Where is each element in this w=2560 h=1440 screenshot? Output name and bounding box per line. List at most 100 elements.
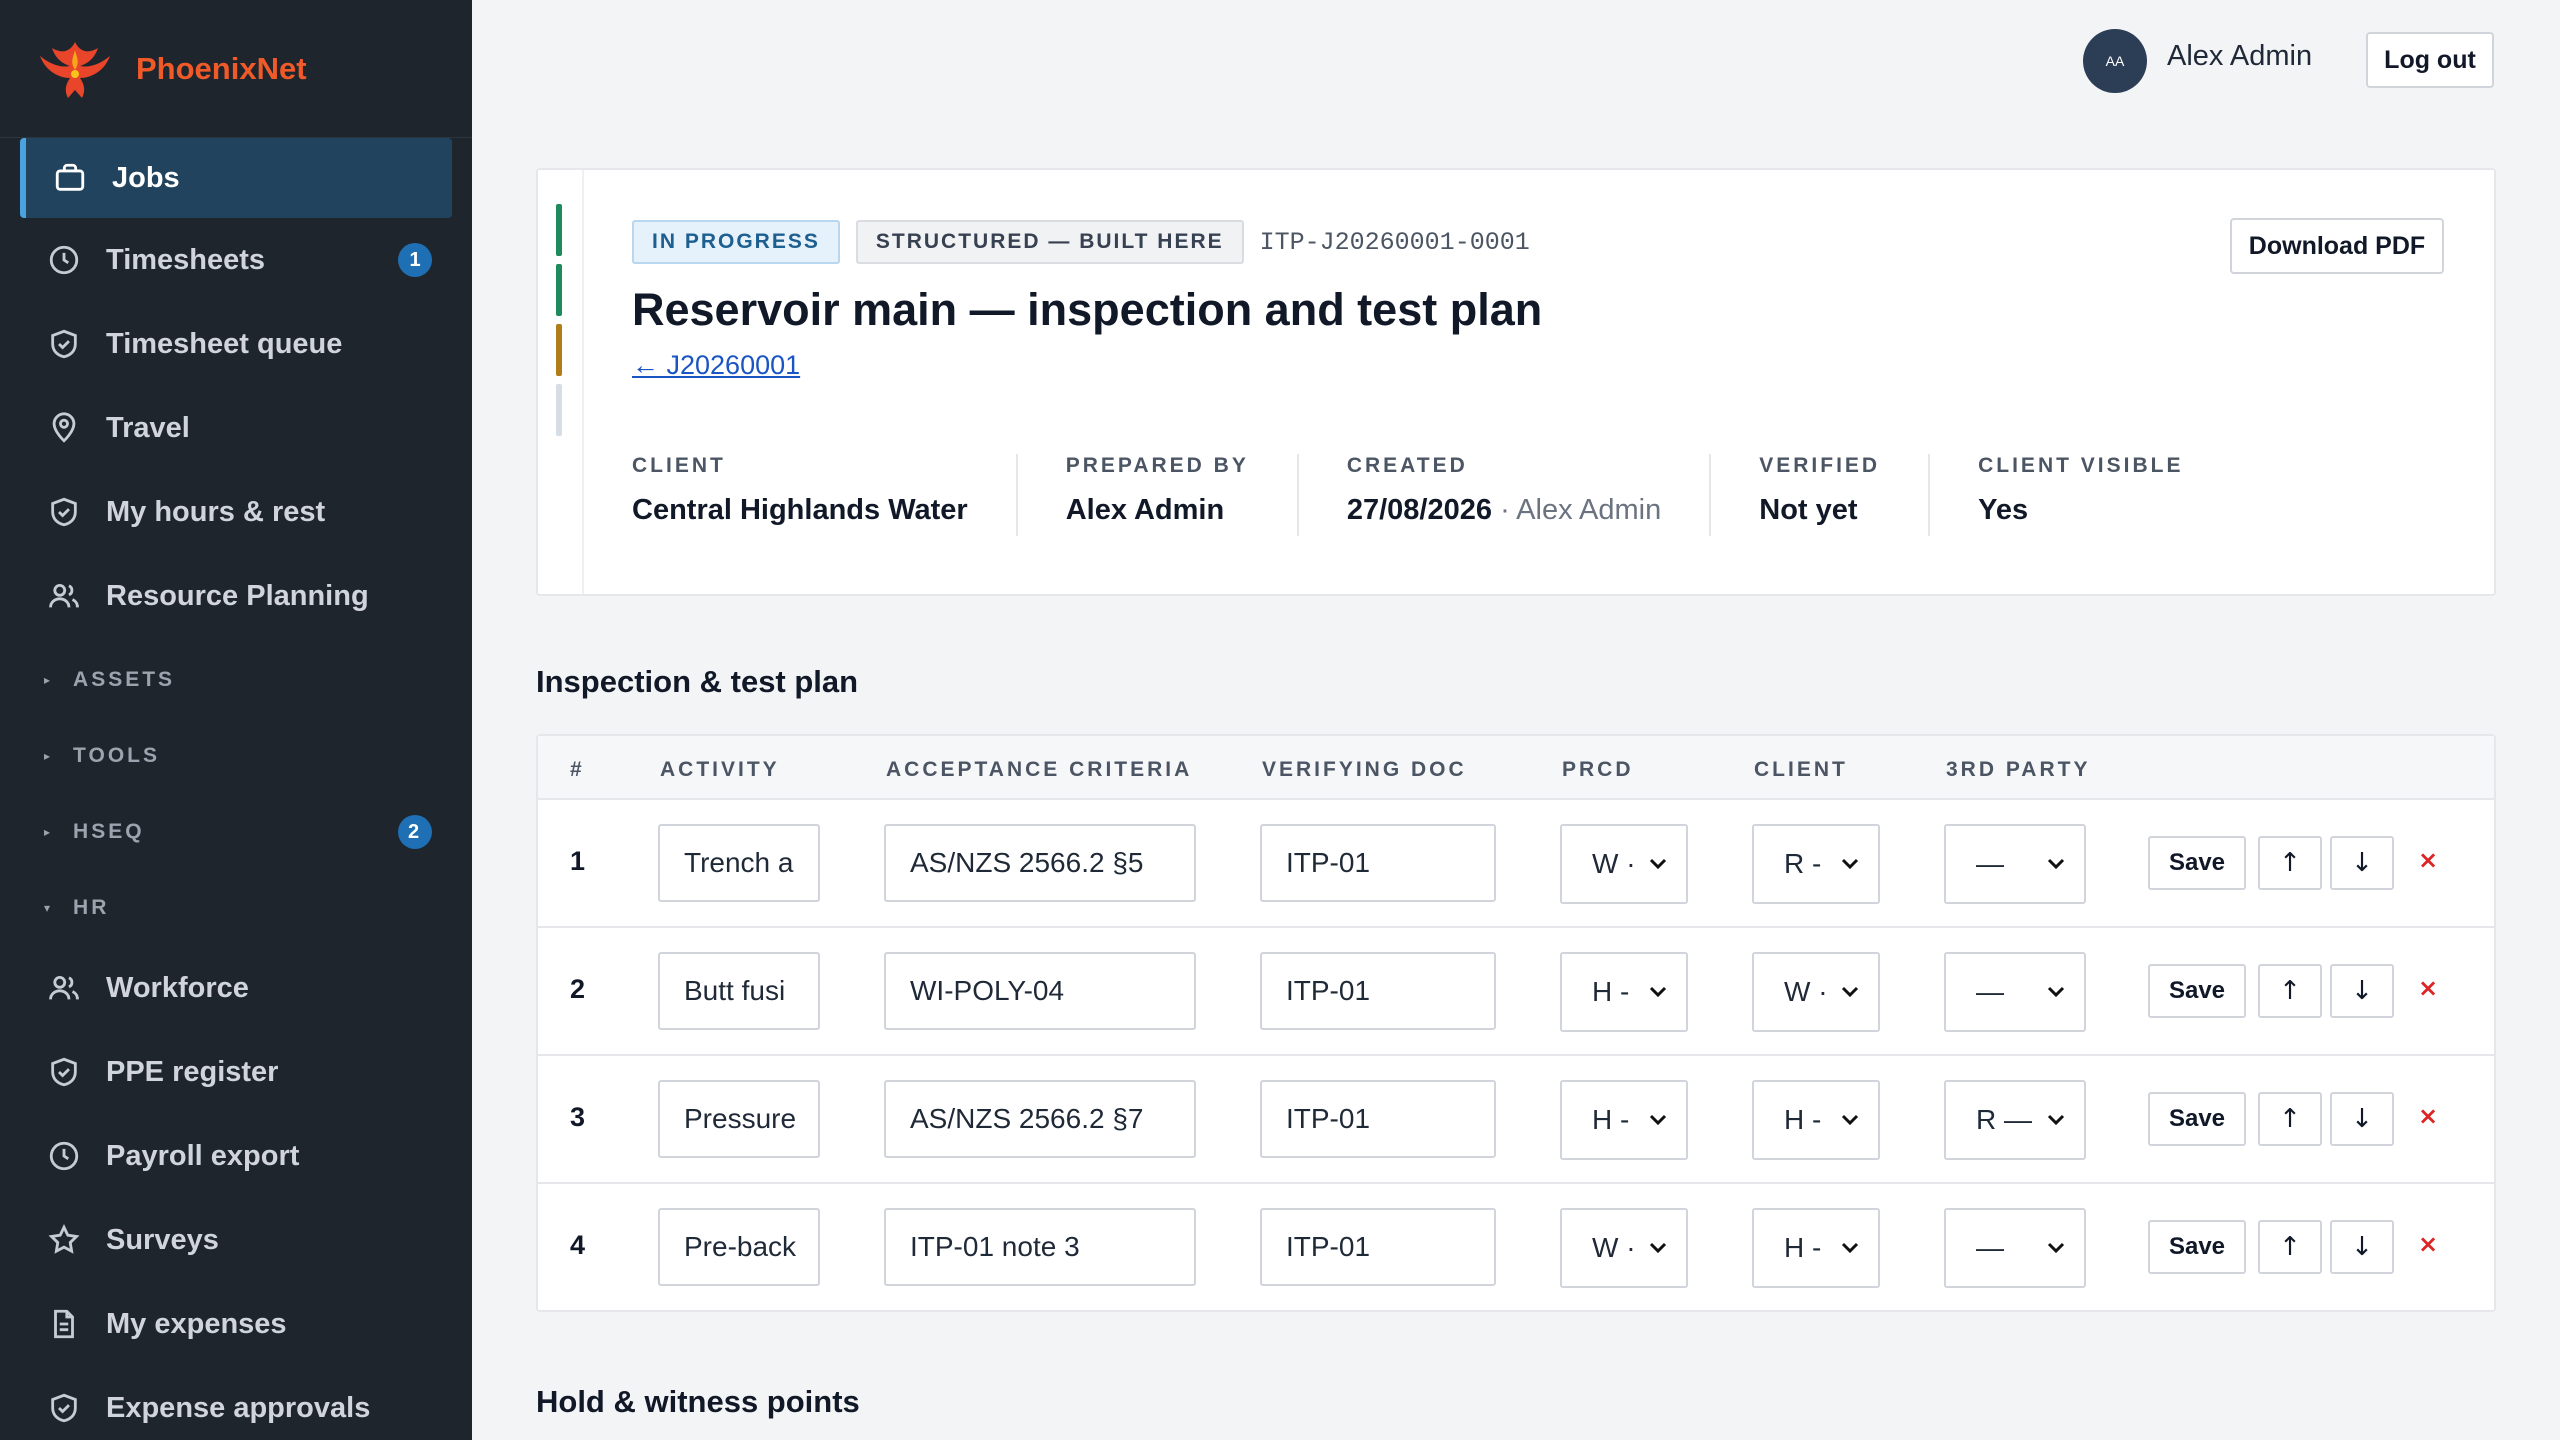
section-hseq[interactable]: ▸ HSEQ 2	[0, 794, 472, 870]
select-value: H -	[1592, 1104, 1630, 1135]
section-label: HSEQ	[73, 820, 145, 843]
move-up-button[interactable]: ↑	[2258, 964, 2322, 1018]
verifying-doc-input[interactable]: ITP-01	[1260, 952, 1496, 1030]
column-header-client: CLIENT	[1754, 758, 1848, 781]
activity-input[interactable]: Trench a	[658, 824, 820, 902]
stripe-segment	[556, 324, 562, 376]
meta-fields: CLIENT Central Highlands Water PREPARED …	[632, 454, 2279, 536]
download-pdf-button[interactable]: Download PDF	[2230, 218, 2444, 274]
prcd-select[interactable]: H -	[1560, 952, 1688, 1032]
sidebar-item-resource-planning[interactable]: Resource Planning	[0, 554, 472, 638]
meta-label: CLIENT VISIBLE	[1978, 454, 2184, 477]
client-select[interactable]: R -	[1752, 824, 1880, 904]
stripe-segment	[556, 264, 562, 316]
map-pin-icon	[46, 410, 82, 446]
client-select[interactable]: H -	[1752, 1208, 1880, 1288]
sidebar-item-my-hours[interactable]: My hours & rest	[0, 470, 472, 554]
caret-down-icon: ▾	[44, 901, 54, 915]
sidebar-item-travel[interactable]: Travel	[0, 386, 472, 470]
activity-input[interactable]: Butt fusi	[658, 952, 820, 1030]
chevron-down-icon	[2047, 986, 2065, 998]
save-row-button[interactable]: Save	[2148, 836, 2246, 890]
sidebar-item-timesheet-queue[interactable]: Timesheet queue	[0, 302, 472, 386]
delete-row-button[interactable]: ×	[2418, 1102, 2438, 1130]
document-id: ITP-J20260001-0001	[1259, 227, 1530, 257]
activity-input[interactable]: Pre-back	[658, 1208, 820, 1286]
prcd-select[interactable]: W ·	[1560, 1208, 1688, 1288]
back-to-job-link[interactable]: ← J20260001	[632, 350, 800, 381]
move-down-button[interactable]: ↓	[2330, 836, 2394, 890]
column-header-num: #	[570, 758, 585, 781]
client-select[interactable]: W ·	[1752, 952, 1880, 1032]
criteria-input[interactable]: ITP-01 note 3	[884, 1208, 1196, 1286]
verifying-doc-input[interactable]: ITP-01	[1260, 1080, 1496, 1158]
criteria-input[interactable]: AS/NZS 2566.2 §5	[884, 824, 1196, 902]
select-value: H -	[1784, 1104, 1822, 1135]
sidebar-item-label: Timesheets	[106, 243, 266, 276]
brand[interactable]: PhoenixNet	[0, 0, 472, 138]
progress-stripe	[556, 204, 562, 444]
save-row-button[interactable]: Save	[2148, 1092, 2246, 1146]
move-up-button[interactable]: ↑	[2258, 1092, 2322, 1146]
verifying-doc-input[interactable]: ITP-01	[1260, 1208, 1496, 1286]
table-header: # ACTIVITY ACCEPTANCE CRITERIA VERIFYING…	[538, 736, 2494, 800]
prcd-select[interactable]: W ·	[1560, 824, 1688, 904]
sidebar-item-ppe-register[interactable]: PPE register	[0, 1030, 472, 1114]
prcd-select[interactable]: H -	[1560, 1080, 1688, 1160]
meta-label: PREPARED BY	[1065, 454, 1249, 477]
briefcase-icon	[52, 160, 88, 196]
select-value: R —	[1976, 1104, 2032, 1135]
move-up-button[interactable]: ↑	[2258, 1220, 2322, 1274]
save-row-button[interactable]: Save	[2148, 964, 2246, 1018]
sidebar-item-surveys[interactable]: Surveys	[0, 1198, 472, 1282]
section-label: ASSETS	[73, 668, 176, 691]
save-row-button[interactable]: Save	[2148, 1220, 2246, 1274]
delete-row-button[interactable]: ×	[2418, 846, 2438, 874]
sidebar-item-label: Resource Planning	[106, 579, 369, 612]
sidebar-item-workforce[interactable]: Workforce	[0, 946, 472, 1030]
sidebar-item-payroll-export[interactable]: Payroll export	[0, 1114, 472, 1198]
chevron-down-icon	[1841, 858, 1859, 870]
sidebar-item-my-expenses[interactable]: My expenses	[0, 1282, 472, 1366]
row-number: 4	[570, 1230, 586, 1260]
shield-check-icon	[46, 1054, 82, 1090]
avatar[interactable]: AA	[2083, 29, 2147, 93]
sidebar-item-jobs[interactable]: Jobs	[20, 138, 452, 218]
third-party-select[interactable]: —	[1944, 1208, 2086, 1288]
meta-created: CREATED 27/08/2026 · Alex Admin	[1347, 454, 1712, 536]
activity-input[interactable]: Pressure	[658, 1080, 820, 1158]
sidebar-item-label: My hours & rest	[106, 495, 326, 528]
select-value: W ·	[1784, 976, 1828, 1007]
section-hr[interactable]: ▾ HR	[0, 870, 472, 946]
move-up-button[interactable]: ↑	[2258, 836, 2322, 890]
sidebar-item-timesheets[interactable]: Timesheets 1	[0, 218, 472, 302]
sidebar-nav: Jobs Timesheets 1 Timesheet queue Travel…	[0, 138, 472, 1440]
table-row: 4 Pre-back ITP-01 note 3 ITP-01 W · H - …	[536, 1184, 2496, 1312]
third-party-select[interactable]: —	[1944, 824, 2086, 904]
notification-badge: 1	[398, 243, 432, 277]
move-down-button[interactable]: ↓	[2330, 964, 2394, 1018]
sidebar-item-label: My expenses	[106, 1307, 287, 1340]
meta-value: 27/08/2026 · Alex Admin	[1347, 494, 1661, 527]
logout-button[interactable]: Log out	[2366, 32, 2494, 88]
section-assets[interactable]: ▸ ASSETS	[0, 642, 472, 718]
clock-icon	[46, 1138, 82, 1174]
verifying-doc-input[interactable]: ITP-01	[1260, 824, 1496, 902]
third-party-select[interactable]: —	[1944, 952, 2086, 1032]
page-title: Reservoir main — inspection and test pla…	[632, 284, 1543, 335]
client-select[interactable]: H -	[1752, 1080, 1880, 1160]
third-party-select[interactable]: R —	[1944, 1080, 2086, 1160]
move-down-button[interactable]: ↓	[2330, 1220, 2394, 1274]
select-value: W ·	[1592, 1232, 1636, 1263]
move-down-button[interactable]: ↓	[2330, 1092, 2394, 1146]
sidebar: PhoenixNet Jobs Timesheets 1 Timesheet q…	[0, 0, 472, 1440]
delete-row-button[interactable]: ×	[2418, 1230, 2438, 1258]
criteria-input[interactable]: WI-POLY-04	[884, 952, 1196, 1030]
chevron-down-icon	[1649, 986, 1667, 998]
status-badge: IN PROGRESS	[632, 220, 840, 264]
section-tools[interactable]: ▸ TOOLS	[0, 718, 472, 794]
sidebar-item-expense-approvals[interactable]: Expense approvals	[0, 1366, 472, 1440]
users-icon	[46, 970, 82, 1006]
delete-row-button[interactable]: ×	[2418, 974, 2438, 1002]
criteria-input[interactable]: AS/NZS 2566.2 §7	[884, 1080, 1196, 1158]
